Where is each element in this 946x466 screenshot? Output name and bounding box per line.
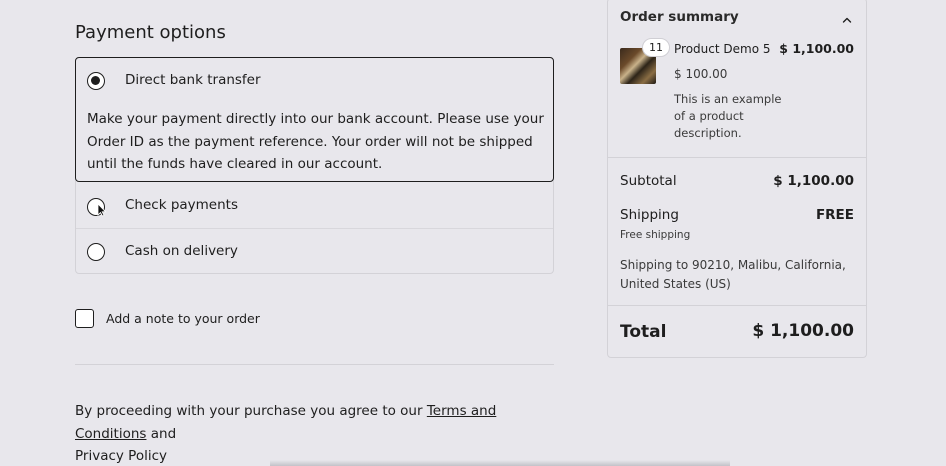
privacy-policy-link[interactable]: Privacy Policy <box>75 448 167 464</box>
order-summary: Order summary 11 Product Demo 5 $ 1,100.… <box>607 0 867 358</box>
bank-transfer-description: Make your payment directly into our bank… <box>87 111 544 172</box>
chevron-up-icon[interactable] <box>840 13 854 27</box>
radio-cash-on-delivery[interactable] <box>87 243 105 261</box>
shipping-method: Free shipping <box>620 229 691 241</box>
terms-text: By proceeding with your purchase you agr… <box>75 403 427 419</box>
payment-options-title: Payment options <box>75 22 226 43</box>
radio-bank-transfer[interactable] <box>87 72 105 90</box>
shipping-label: Shipping <box>620 207 679 223</box>
divider <box>608 305 866 306</box>
payment-option-label[interactable]: Direct bank transfer <box>125 72 261 88</box>
payment-option-bank-transfer[interactable]: Direct bank transfer Make your payment d… <box>75 57 554 182</box>
payment-option-label[interactable]: Cash on delivery <box>125 243 238 259</box>
footer-shadow <box>270 460 730 466</box>
add-note-checkbox[interactable] <box>75 309 94 328</box>
add-note-label[interactable]: Add a note to your order <box>106 311 260 326</box>
divider <box>76 228 553 229</box>
divider <box>75 364 554 365</box>
shipping-value: FREE <box>815 207 854 223</box>
product-unit-price: $ 100.00 <box>674 67 728 81</box>
product-line-total: $ 1,100.00 <box>779 41 854 56</box>
payment-methods: Direct bank transfer Make your payment d… <box>75 57 554 274</box>
subtotal-label: Subtotal <box>620 173 677 189</box>
payment-option-label[interactable]: Check payments <box>125 197 238 213</box>
subtotal-value: $ 1,100.00 <box>773 173 854 189</box>
product-description: This is an example of a product descript… <box>674 92 782 140</box>
mouse-cursor-icon <box>97 203 107 217</box>
terms-text: and <box>146 425 177 442</box>
quantity-badge: 11 <box>642 38 670 57</box>
total-label: Total <box>620 322 667 342</box>
product-name: Product Demo 5 <box>674 42 771 56</box>
total-value: $ 1,100.00 <box>752 321 854 341</box>
terms-notice: By proceeding with your purchase you agr… <box>75 400 565 466</box>
order-summary-title[interactable]: Order summary <box>620 9 739 25</box>
divider <box>608 157 866 158</box>
shipping-address: Shipping to 90210, Malibu, California, U… <box>620 258 846 291</box>
